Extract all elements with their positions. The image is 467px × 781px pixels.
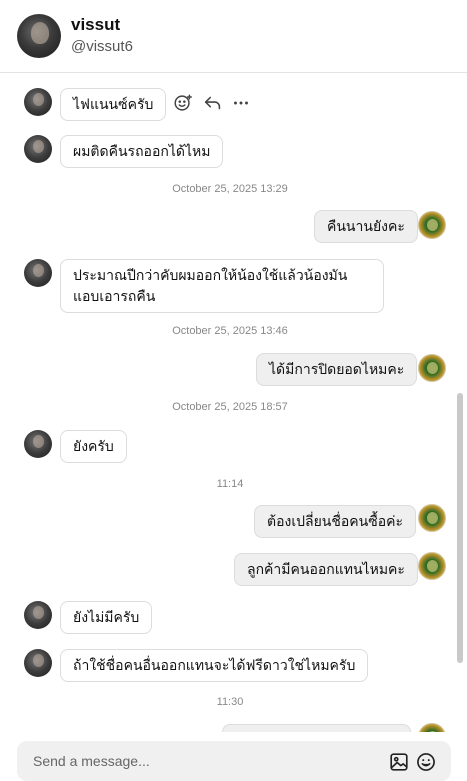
scrollbar[interactable] bbox=[457, 393, 463, 663]
message-bubble-sent[interactable]: คืนนานยังคะ bbox=[314, 210, 418, 243]
message-composer bbox=[17, 741, 451, 781]
contact-avatar-small bbox=[24, 649, 52, 677]
image-icon[interactable] bbox=[388, 751, 410, 773]
contact-avatar-small bbox=[24, 135, 52, 163]
message-timestamp: October 25, 2025 13:29 bbox=[172, 183, 288, 195]
message-bubble-received[interactable]: ยังครับ bbox=[60, 430, 127, 463]
message-timestamp: 11:14 bbox=[216, 478, 244, 490]
emoji-icon[interactable] bbox=[415, 751, 437, 773]
user-avatar-small bbox=[418, 723, 446, 732]
message-bubble-sent[interactable]: ได้มีการปิดยอดไหมคะ bbox=[256, 353, 418, 386]
message-bubble-received[interactable]: ยังไม่มีครับ bbox=[60, 601, 153, 634]
contact-avatar-small bbox=[24, 430, 52, 458]
contact-avatar-small bbox=[24, 259, 52, 287]
more-options-icon[interactable] bbox=[230, 92, 252, 114]
contact-handle: @vissut6 bbox=[71, 38, 133, 55]
user-avatar-small bbox=[418, 211, 446, 239]
message-bubble-sent[interactable]: ลูกค้ามีคนออกแทนไหมคะ bbox=[234, 553, 418, 586]
user-avatar-small bbox=[418, 354, 446, 382]
message-bubble-received[interactable]: ประมาณปีกว่าคับผมออกให้น้องใช้แล้วน้องมั… bbox=[60, 259, 384, 313]
contact-avatar[interactable] bbox=[17, 14, 61, 58]
message-bubble-received[interactable]: ถ้าใช้ชื่อคนอื่นออกแทนจะได้ฟรีดาวใช่ไหมค… bbox=[60, 649, 369, 682]
contact-name[interactable]: vissut bbox=[71, 15, 120, 35]
message-bubble-sent[interactable] bbox=[222, 724, 411, 732]
add-reaction-icon[interactable] bbox=[172, 92, 194, 114]
message-bubble-sent[interactable]: ต้องเปลี่ยนชื่อคนซื้อค่ะ bbox=[254, 505, 417, 538]
message-timestamp: October 25, 2025 18:57 bbox=[172, 401, 288, 413]
contact-avatar-small bbox=[24, 88, 52, 116]
reply-icon[interactable] bbox=[202, 92, 224, 114]
message-timestamp: October 25, 2025 13:46 bbox=[172, 325, 288, 337]
message-bubble-received[interactable]: ไฟแนนซ์ครับ bbox=[60, 88, 167, 121]
message-input[interactable] bbox=[17, 741, 377, 781]
message-bubble-received[interactable]: ผมติดคืนรถออกได้ไหม bbox=[60, 135, 224, 168]
message-list[interactable]: ไฟแนนซ์ครับ ผมติดคืนรถออกได้ไหม October … bbox=[0, 73, 467, 732]
user-avatar-small bbox=[418, 504, 446, 532]
chat-header: vissut @vissut6 bbox=[0, 0, 467, 73]
message-timestamp: 11:30 bbox=[216, 696, 244, 708]
contact-avatar-small bbox=[24, 601, 52, 629]
user-avatar-small bbox=[418, 552, 446, 580]
